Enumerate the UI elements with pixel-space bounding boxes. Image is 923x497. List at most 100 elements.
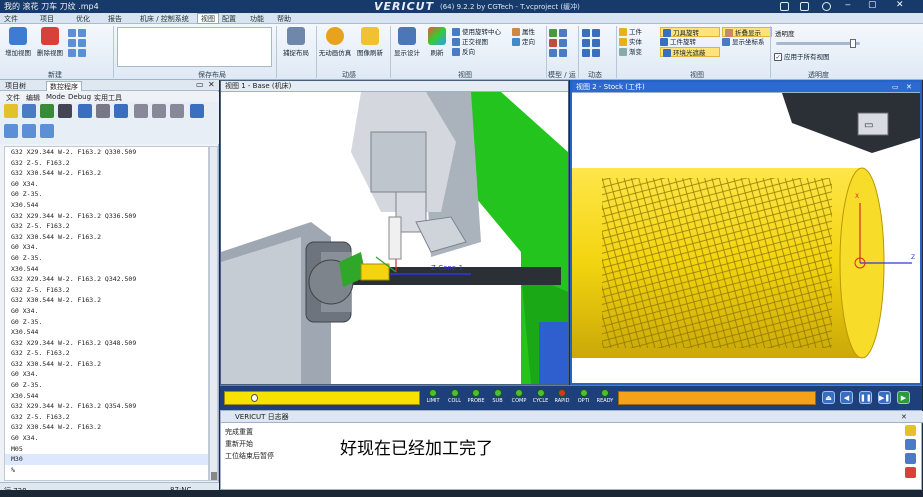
log-tool-icon[interactable] (905, 453, 916, 464)
layout-icon[interactable] (78, 39, 86, 47)
list-icon[interactable] (190, 104, 204, 118)
nc-code-line[interactable]: M30 (5, 454, 208, 465)
menu-item[interactable]: 帮助 (277, 14, 291, 24)
log-tool-icon[interactable] (905, 439, 916, 450)
nc-code-line[interactable]: M05 (5, 444, 208, 455)
settings-icon[interactable] (822, 2, 831, 11)
dynamic-icon[interactable] (582, 49, 590, 57)
dynamic-icon[interactable] (592, 29, 600, 37)
edit-icon[interactable] (40, 104, 54, 118)
menu-item[interactable]: 文件 (4, 14, 18, 24)
dynamic-icon[interactable] (582, 39, 590, 47)
menu-item[interactable]: 报告 (108, 14, 122, 24)
gradient-button[interactable]: 渐变 (619, 47, 659, 57)
model-icon[interactable] (559, 49, 567, 57)
saved-layouts-list[interactable] (117, 27, 272, 67)
nc-code-line[interactable]: G32 X29.344 W-2. F163.2 Q336.509 (5, 211, 208, 222)
step-icon[interactable] (170, 104, 184, 118)
menu-item[interactable]: 配置 (222, 14, 236, 24)
progress-thumb[interactable] (251, 394, 258, 402)
reset-model-button[interactable]: ⏏ (822, 391, 835, 404)
menu-item[interactable]: 机床 / 控制系统 (140, 14, 189, 24)
indent-icon[interactable] (4, 124, 18, 138)
tool-rotation-button[interactable]: 刀具旋转 (660, 27, 720, 37)
nc-code-line[interactable]: G32 X29.344 W-2. F163.2 Q330.509 (5, 147, 208, 158)
nc-code-line[interactable]: G0 X34. (5, 179, 208, 190)
ambient-occlusion-button[interactable]: 环境光遮蔽 (660, 47, 720, 57)
nc-code-line[interactable]: G32 X30.544 W-2. F163.2 (5, 295, 208, 306)
code-scrollbar[interactable] (209, 146, 218, 481)
step-icon[interactable] (152, 104, 166, 118)
menu-item[interactable]: 项目 (40, 14, 54, 24)
nc-code-line[interactable]: G32 Z-5. F163.2 (5, 221, 208, 232)
view-1-machine[interactable]: 视图 1 - Base (机床) Z-Cone-1 (220, 80, 569, 385)
print-icon[interactable] (96, 104, 110, 118)
nc-code-line[interactable]: X30.544 (5, 264, 208, 275)
nc-code-line[interactable]: G32 Z-5. F163.2 (5, 348, 208, 359)
layout-icon[interactable] (78, 29, 86, 37)
camera-icon[interactable] (780, 2, 789, 11)
model-icon[interactable] (549, 39, 557, 47)
nc-code-line[interactable]: G32 X29.344 W-2. F163.2 Q354.509 (5, 401, 208, 412)
dynamic-icon[interactable] (592, 49, 600, 57)
nc-code-line[interactable]: G0 Z-35. (5, 189, 208, 200)
screenshot-icon[interactable] (800, 2, 809, 11)
layout-icon[interactable] (68, 49, 76, 57)
no-animation-sim-button[interactable]: 无动画仿真 (318, 27, 352, 57)
model-icon[interactable] (559, 29, 567, 37)
logger-close-icon[interactable]: ✕ (901, 411, 907, 423)
slider-thumb[interactable] (850, 39, 856, 48)
nc-code-line[interactable]: G32 X29.344 W-2. F163.2 Q348.509 (5, 338, 208, 349)
dynamic-icon[interactable] (592, 39, 600, 47)
solid-button[interactable]: 实体 (619, 37, 659, 47)
close-icon[interactable]: ✕ (896, 0, 904, 10)
speed-bar[interactable] (618, 391, 816, 405)
capture-layout-button[interactable]: 捕捉布局 (280, 27, 312, 57)
maximize-icon[interactable]: ▢ (868, 0, 877, 10)
save-icon[interactable] (22, 104, 36, 118)
nc-code-line[interactable]: X30.544 (5, 200, 208, 211)
layout-icon[interactable] (68, 29, 76, 37)
panel-pin-icon[interactable]: ▭ (196, 80, 204, 89)
nc-code-line[interactable]: G32 Z-5. F163.2 (5, 158, 208, 169)
step-button[interactable]: ▶❚ (878, 391, 891, 404)
apply-all-views-checkbox[interactable]: ✓ 应用于所有视图 (774, 52, 830, 62)
nc-code-line[interactable]: G32 X30.544 W-2. F163.2 (5, 422, 208, 433)
nc-code-line[interactable]: G0 Z-35. (5, 317, 208, 328)
menu-item[interactable]: 优化 (76, 14, 90, 24)
nc-code-line[interactable]: G0 Z-35. (5, 380, 208, 391)
show-coordinates-button[interactable]: 显示坐标系 (722, 37, 772, 47)
rewind-button[interactable]: ◀ (840, 391, 853, 404)
minimize-icon[interactable]: ‒ (845, 0, 851, 10)
view-pin-icon[interactable]: ▭ (892, 82, 899, 93)
reverse-button[interactable]: 反向 (452, 47, 542, 57)
nc-code-line[interactable]: G0 X34. (5, 306, 208, 317)
model-icon[interactable] (549, 49, 557, 57)
panel-menu-item[interactable]: Debug (68, 93, 91, 101)
simulation-progress-slider[interactable] (224, 391, 420, 405)
log-tool-icon[interactable] (905, 467, 916, 478)
nc-code-line[interactable]: % (5, 465, 208, 476)
tab-project-tree[interactable]: 项目树 (2, 81, 29, 91)
view-2-stock[interactable]: 视图 2 - Stock (工件) ▭ ✕ ▭ X Z (570, 80, 922, 385)
open-file-icon[interactable] (4, 104, 18, 118)
nc-code-line[interactable]: X30.544 (5, 327, 208, 338)
pause-button[interactable]: ❚❚ (859, 391, 872, 404)
fold-display-button[interactable]: 折叠显示 (722, 27, 772, 37)
nc-code-line[interactable]: G32 X29.344 W-2. F163.2 Q342.509 (5, 274, 208, 285)
add-view-button[interactable]: 增加视图 (4, 27, 32, 57)
nc-code-line[interactable]: G32 X30.544 W-2. F163.2 (5, 168, 208, 179)
format-icon[interactable] (40, 124, 54, 138)
refresh-button[interactable]: 刷新 (424, 27, 450, 57)
panel-menu-item[interactable]: Mode (46, 93, 65, 101)
menu-item[interactable]: 视图 (197, 13, 219, 24)
nc-code-line[interactable]: G0 Z-35. (5, 253, 208, 264)
nc-code-line[interactable]: G32 X30.544 W-2. F163.2 (5, 359, 208, 370)
layout-icon[interactable] (78, 49, 86, 57)
play-button[interactable]: ▶ (897, 391, 910, 404)
properties-button[interactable]: 属性 (512, 27, 546, 37)
nc-code-line[interactable]: G32 Z-5. F163.2 (5, 285, 208, 296)
nc-code-listing[interactable]: G32 X29.344 W-2. F163.2 Q330.509 G32 Z-5.… (4, 146, 209, 481)
nc-code-line[interactable]: G0 X34. (5, 369, 208, 380)
layout-icon[interactable] (68, 39, 76, 47)
